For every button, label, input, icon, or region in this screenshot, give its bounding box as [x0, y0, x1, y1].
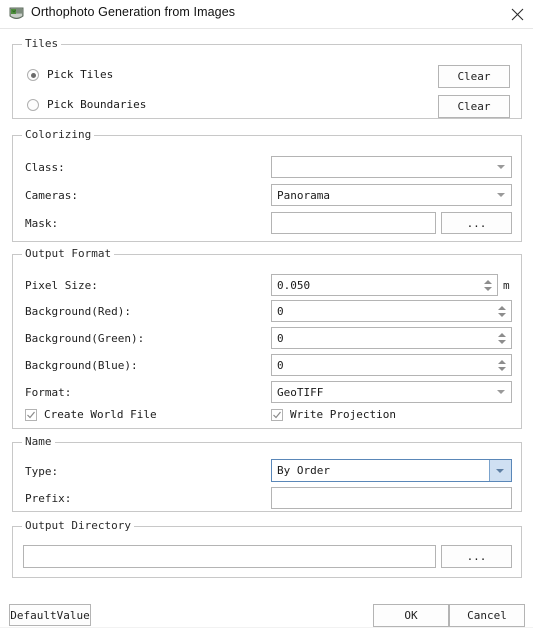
- chevron-down-icon: [497, 390, 505, 394]
- write-projection-checkbox-indicator[interactable]: [271, 409, 283, 421]
- background-blue-value: 0: [277, 358, 284, 372]
- mask-label: Mask:: [25, 217, 59, 230]
- stepper-up-icon[interactable]: [497, 305, 506, 310]
- clear-boundaries-button[interactable]: Clear: [438, 95, 510, 118]
- background-red-spinbox[interactable]: 0: [271, 300, 512, 322]
- clear-tiles-button-label: Clear: [457, 70, 491, 83]
- prefix-input[interactable]: [271, 487, 512, 509]
- prefix-label: Prefix:: [25, 492, 72, 505]
- background-green-label: Background(Green):: [25, 332, 145, 345]
- clear-tiles-button[interactable]: Clear: [438, 65, 510, 88]
- background-red-label: Background(Red):: [25, 305, 131, 318]
- type-label: Type:: [25, 465, 59, 478]
- app-orthophoto-icon: [8, 5, 25, 22]
- stepper-down-icon[interactable]: [497, 366, 506, 371]
- stepper-down-icon[interactable]: [483, 286, 492, 291]
- radio-pick-boundaries-label: Pick Boundaries: [47, 98, 147, 111]
- cameras-combobox[interactable]: Panorama: [271, 184, 512, 206]
- background-green-spinbox[interactable]: 0: [271, 327, 512, 349]
- title-bar: Orthophoto Generation from Images: [0, 0, 533, 29]
- background-red-stepper[interactable]: [496, 301, 507, 321]
- chevron-down-icon: [496, 468, 504, 473]
- background-green-value: 0: [277, 331, 284, 345]
- colorizing-group-legend: Colorizing: [22, 129, 95, 141]
- create-world-file-label: Create World File: [44, 408, 157, 421]
- output-directory-group-legend: Output Directory: [22, 520, 134, 532]
- output-format-group-legend: Output Format: [22, 248, 115, 260]
- output-directory-input[interactable]: [23, 545, 436, 568]
- stepper-up-icon[interactable]: [497, 332, 506, 337]
- background-blue-label: Background(Blue):: [25, 359, 138, 372]
- radio-pick-tiles-indicator[interactable]: [27, 69, 39, 81]
- pixel-size-label: Pixel Size:: [25, 279, 98, 292]
- stepper-up-icon[interactable]: [497, 359, 506, 364]
- type-combobox[interactable]: By Order: [271, 459, 512, 482]
- background-blue-stepper[interactable]: [496, 355, 507, 375]
- type-combobox-value: By Order: [277, 464, 330, 477]
- cancel-button[interactable]: Cancel: [449, 604, 525, 627]
- output-format-group: Output Format Pixel Size: 0.050 m Backgr…: [12, 248, 522, 429]
- format-combobox-value: GeoTIFF: [277, 385, 324, 399]
- clear-boundaries-button-label: Clear: [457, 100, 491, 113]
- cameras-combobox-value: Panorama: [277, 188, 330, 202]
- output-directory-group: Output Directory ...: [12, 520, 522, 578]
- footer-divider: [0, 627, 533, 628]
- cameras-label: Cameras:: [25, 189, 78, 202]
- chevron-down-icon: [497, 193, 505, 197]
- mask-browse-button-label: ...: [466, 216, 487, 230]
- format-combobox[interactable]: GeoTIFF: [271, 381, 512, 403]
- pixel-size-unit: m: [503, 279, 510, 292]
- pixel-size-spinbox[interactable]: 0.050: [271, 274, 498, 296]
- close-icon[interactable]: [505, 2, 529, 26]
- cancel-button-label: Cancel: [467, 609, 507, 622]
- class-label: Class:: [25, 161, 65, 174]
- output-directory-browse-label: ...: [466, 550, 487, 563]
- mask-browse-button[interactable]: ...: [441, 212, 512, 234]
- window-title: Orthophoto Generation from Images: [31, 5, 236, 19]
- stepper-down-icon[interactable]: [497, 339, 506, 344]
- background-green-stepper[interactable]: [496, 328, 507, 348]
- radio-pick-tiles-label: Pick Tiles: [47, 68, 114, 81]
- name-group-legend: Name: [22, 436, 55, 448]
- write-projection-label: Write Projection: [290, 408, 396, 421]
- format-label: Format:: [25, 386, 72, 399]
- ok-button[interactable]: OK: [373, 604, 449, 627]
- stepper-up-icon[interactable]: [483, 279, 492, 284]
- tiles-group-legend: Tiles: [22, 38, 62, 50]
- pixel-size-stepper[interactable]: [482, 275, 493, 295]
- colorizing-group: Colorizing Class: Cameras: Panorama Mask…: [12, 129, 522, 242]
- default-value-button[interactable]: DefaultValue: [9, 604, 91, 626]
- output-directory-browse-button[interactable]: ...: [441, 545, 512, 568]
- background-red-value: 0: [277, 304, 284, 318]
- name-group: Name Type: By Order Prefix:: [12, 436, 522, 512]
- background-blue-spinbox[interactable]: 0: [271, 354, 512, 376]
- stepper-down-icon[interactable]: [497, 312, 506, 317]
- class-combobox[interactable]: [271, 156, 512, 178]
- mask-input[interactable]: [271, 212, 436, 234]
- default-value-button-label: DefaultValue: [10, 608, 90, 622]
- radio-pick-boundaries-indicator[interactable]: [27, 99, 39, 111]
- ok-button-label: OK: [404, 609, 418, 622]
- pixel-size-value: 0.050: [277, 278, 311, 292]
- tiles-group: Tiles Pick Tiles Clear Pick Boundaries C…: [12, 38, 522, 119]
- chevron-down-icon: [497, 165, 505, 169]
- create-world-file-checkbox-indicator[interactable]: [25, 409, 37, 421]
